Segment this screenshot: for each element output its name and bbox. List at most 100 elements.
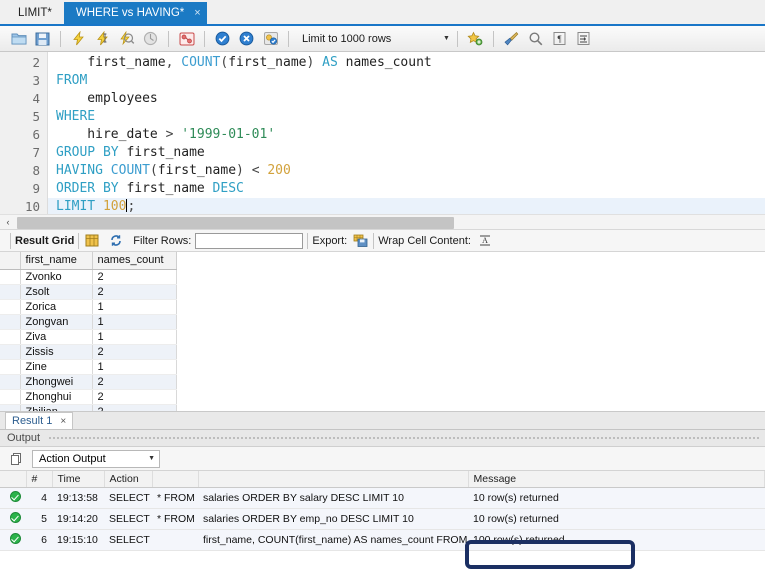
code-line[interactable]: ORDER BY first_name DESC	[48, 180, 765, 198]
table-row[interactable]: Zorica1	[0, 299, 176, 314]
row-selector-cell[interactable]	[0, 299, 20, 314]
row-selector-header[interactable]	[0, 252, 20, 269]
copy-icon[interactable]	[8, 450, 26, 467]
grid-view-icon[interactable]	[83, 232, 101, 249]
wrap-cell-content-icon[interactable]: A	[476, 232, 494, 249]
cell-action-keyword: SELECT	[104, 508, 152, 529]
toolbar-separator	[60, 31, 61, 47]
row-selector-cell[interactable]	[0, 329, 20, 344]
code-line[interactable]: HAVING COUNT(first_name) < 200	[48, 162, 765, 180]
table-row[interactable]: Ziva1	[0, 329, 176, 344]
cell-first-name[interactable]: Zorica	[20, 299, 92, 314]
cell-first-name[interactable]: Ziva	[20, 329, 92, 344]
table-row[interactable]: Zhonghui2	[0, 389, 176, 404]
row-selector-cell[interactable]	[0, 314, 20, 329]
cell-names-count[interactable]: 1	[92, 299, 176, 314]
star-icon[interactable]	[465, 29, 486, 49]
row-selector-cell[interactable]	[0, 344, 20, 359]
output-row[interactable]: 419:13:58SELECT* FROMsalaries ORDER BY s…	[0, 487, 765, 508]
cell-first-name[interactable]: Zongvan	[20, 314, 92, 329]
cell-first-name[interactable]: Zhilian	[20, 404, 92, 411]
output-column-action[interactable]: Action	[104, 471, 152, 487]
table-row[interactable]: Zongvan1	[0, 314, 176, 329]
rollback-icon[interactable]	[236, 29, 257, 49]
execute-statement-icon[interactable]	[68, 29, 89, 49]
chevron-down-icon[interactable]: ▼	[443, 35, 450, 42]
cell-names-count[interactable]: 2	[92, 389, 176, 404]
table-row[interactable]: Zhongwei2	[0, 374, 176, 389]
cell-names-count[interactable]: 1	[92, 359, 176, 374]
table-row[interactable]: Zhilian2	[0, 404, 176, 411]
table-row[interactable]: Zvonko2	[0, 269, 176, 284]
broom-icon[interactable]	[501, 29, 522, 49]
table-row[interactable]: Zine1	[0, 359, 176, 374]
cell-first-name[interactable]: Zhongwei	[20, 374, 92, 389]
chevron-down-icon[interactable]: ▼	[148, 455, 155, 462]
commit-icon[interactable]	[212, 29, 233, 49]
cell-first-name[interactable]: Zine	[20, 359, 92, 374]
explain-statement-icon[interactable]	[116, 29, 137, 49]
cell-names-count[interactable]: 2	[92, 374, 176, 389]
table-row[interactable]: Zissis2	[0, 344, 176, 359]
output-panel-header: Output	[0, 429, 765, 447]
code-line[interactable]: hire_date > '1999-01-01'	[48, 126, 765, 144]
cell-first-name[interactable]: Zissis	[20, 344, 92, 359]
cell-names-count[interactable]: 2	[92, 404, 176, 411]
row-limit-dropdown[interactable]: Limit to 1000 rows	[296, 29, 414, 48]
output-column-time[interactable]: Time	[52, 471, 104, 487]
row-selector-cell[interactable]	[0, 404, 20, 411]
execute-current-statement-icon[interactable]	[92, 29, 113, 49]
sql-code-area[interactable]: first_name, COUNT(first_name) AS names_c…	[48, 52, 765, 214]
output-row[interactable]: 519:14:20SELECT* FROMsalaries ORDER BY e…	[0, 508, 765, 529]
tab-where-vs-having[interactable]: WHERE vs HAVING* ×	[64, 2, 207, 24]
table-row[interactable]: Zsolt2	[0, 284, 176, 299]
close-icon[interactable]: ×	[194, 7, 200, 19]
sql-editor[interactable]: 2345678910 first_name, COUNT(first_name)…	[0, 52, 765, 214]
wrap-lines-icon[interactable]	[573, 29, 594, 49]
cell-first-name[interactable]: Zhonghui	[20, 389, 92, 404]
scrollbar-thumb[interactable]	[17, 217, 454, 229]
row-selector-cell[interactable]	[0, 389, 20, 404]
save-file-icon[interactable]	[32, 29, 53, 49]
code-line[interactable]: FROM	[48, 72, 765, 90]
output-column-num[interactable]: #	[26, 471, 52, 487]
cell-names-count[interactable]: 2	[92, 269, 176, 284]
code-line[interactable]: employees	[48, 90, 765, 108]
cell-names-count[interactable]: 2	[92, 344, 176, 359]
export-icon[interactable]	[351, 232, 369, 249]
cell-names-count[interactable]: 1	[92, 329, 176, 344]
code-line[interactable]: LIMIT 100;	[48, 198, 765, 214]
tab-limit[interactable]: LIMIT*	[6, 2, 64, 24]
stop-execution-icon[interactable]	[140, 29, 161, 49]
output-row[interactable]: 619:15:10SELECTfirst_name, COUNT(first_n…	[0, 529, 765, 550]
row-selector-cell[interactable]	[0, 269, 20, 284]
row-selector-cell[interactable]	[0, 284, 20, 299]
explain-icon[interactable]	[176, 29, 197, 49]
code-token: first_name	[228, 55, 306, 70]
open-file-icon[interactable]	[8, 29, 29, 49]
cell-first-name[interactable]: Zsolt	[20, 284, 92, 299]
code-line[interactable]: GROUP BY first_name	[48, 144, 765, 162]
cell-first-name[interactable]: Zvonko	[20, 269, 92, 284]
code-line[interactable]: first_name, COUNT(first_name) AS names_c…	[48, 54, 765, 72]
close-icon[interactable]: ×	[60, 416, 66, 427]
row-selector-cell[interactable]	[0, 359, 20, 374]
autocommit-icon[interactable]	[260, 29, 281, 49]
search-icon[interactable]	[525, 29, 546, 49]
result-grid[interactable]: first_name names_count Zvonko2Zsolt2Zori…	[0, 252, 765, 411]
refresh-icon[interactable]	[107, 232, 125, 249]
output-type-dropdown[interactable]: Action Output ▼	[32, 450, 160, 468]
result-tab-1[interactable]: Result 1 ×	[5, 412, 73, 429]
cell-names-count[interactable]: 2	[92, 284, 176, 299]
panel-drag-handle[interactable]	[48, 436, 761, 441]
pilcrow-icon[interactable]: ¶	[549, 29, 570, 49]
cell-names-count[interactable]: 1	[92, 314, 176, 329]
filter-rows-input[interactable]	[195, 233, 303, 249]
scroll-left-icon[interactable]: ‹	[0, 217, 16, 227]
column-header-first-name[interactable]: first_name	[20, 252, 92, 269]
column-header-names-count[interactable]: names_count	[92, 252, 176, 269]
code-line[interactable]: WHERE	[48, 108, 765, 126]
row-selector-cell[interactable]	[0, 374, 20, 389]
editor-horizontal-scrollbar[interactable]: ‹	[0, 214, 765, 230]
output-column-message[interactable]: Message	[468, 471, 765, 487]
